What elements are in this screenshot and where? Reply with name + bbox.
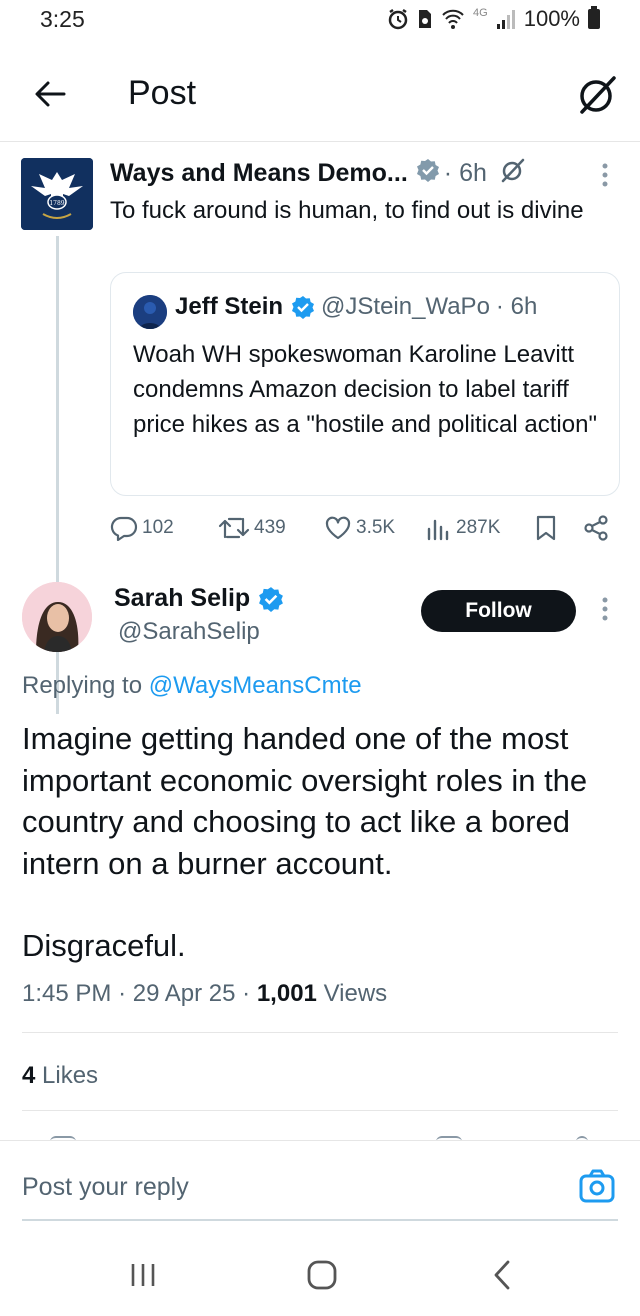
reply-bar: Post your reply xyxy=(0,1140,640,1221)
recent-apps-button[interactable] xyxy=(128,1260,158,1290)
share-button[interactable] xyxy=(582,514,610,542)
reply-button[interactable]: 102 xyxy=(110,515,174,541)
post-actions: 102 439 3.5K 287K xyxy=(110,508,610,548)
quoted-post-card[interactable]: Jeff Stein @JStein_WaPo · 6h Woah WH spo… xyxy=(110,272,620,496)
parent-post[interactable]: 1789 Ways and Means Demo... · 6h To fuck… xyxy=(0,142,640,714)
author-handle[interactable]: @SarahSelip xyxy=(118,618,260,646)
replying-to: Replying to @WaysMeansCmte xyxy=(22,672,362,699)
views-label[interactable]: Views xyxy=(324,980,388,1007)
post-time: · 6h xyxy=(495,293,538,320)
post-text: Imagine getting handed one of the most i… xyxy=(22,721,588,881)
author-name[interactable]: Ways and Means Demo... xyxy=(110,159,408,188)
status-time: 3:25 xyxy=(40,6,85,32)
post-meta: 1:45 PM · 29 Apr 25 · 1,001 Views xyxy=(22,980,388,1007)
verified-badge-icon xyxy=(259,586,284,612)
top-bar: Post xyxy=(0,50,640,142)
camera-button[interactable] xyxy=(578,1167,616,1205)
follow-button[interactable]: Follow xyxy=(421,590,576,632)
signal-icon xyxy=(496,10,515,29)
status-bar: 3:25 4G 100% xyxy=(0,0,640,44)
reply-input[interactable]: Post your reply xyxy=(22,1173,189,1202)
share-icon xyxy=(584,515,608,541)
post-text-closing: Disgraceful. xyxy=(22,928,186,963)
home-icon xyxy=(307,1260,337,1290)
back-button[interactable] xyxy=(30,74,70,114)
quoted-post-text: Woah WH spokeswoman Karoline Leavitt con… xyxy=(133,341,597,438)
view-count: 287K xyxy=(456,517,501,538)
seal-year: 1789 xyxy=(49,200,64,207)
views-count: 1,001 xyxy=(256,980,317,1007)
repost-button[interactable]: 439 xyxy=(218,515,286,541)
network-type: 4G xyxy=(473,7,488,19)
verified-badge-icon xyxy=(416,158,440,189)
verified-badge-icon xyxy=(291,295,315,319)
recent-apps-icon xyxy=(131,1264,155,1286)
wifi-icon xyxy=(442,9,464,29)
repost-count: 439 xyxy=(254,517,286,538)
avatar[interactable]: 1789 xyxy=(21,158,93,230)
like-count: 3.5K xyxy=(356,517,396,538)
views-button[interactable]: 287K xyxy=(426,515,500,541)
quoted-post-header: Jeff Stein @JStein_WaPo · 6h xyxy=(175,293,537,321)
likes-label: Likes xyxy=(42,1062,99,1089)
replying-to-link[interactable]: @WaysMeansCmte xyxy=(149,672,362,699)
camera-icon xyxy=(579,1169,615,1203)
like-button[interactable]: 3.5K xyxy=(324,515,395,541)
chevron-left-icon xyxy=(494,1260,510,1290)
avatar[interactable] xyxy=(22,582,92,652)
alarm-icon xyxy=(388,8,408,30)
sim-icon xyxy=(419,10,432,28)
battery-percent: 100% xyxy=(523,6,580,31)
author-handle: @JStein_WaPo xyxy=(321,293,490,320)
divider xyxy=(22,1032,618,1033)
bookmark-button[interactable] xyxy=(534,514,558,542)
more-options-icon[interactable] xyxy=(594,594,616,624)
reply-icon xyxy=(110,516,138,541)
battery-icon xyxy=(588,6,600,29)
divider xyxy=(22,1110,618,1111)
post-header: Ways and Means Demo... · 6h xyxy=(110,156,580,191)
home-button[interactable] xyxy=(305,1258,339,1292)
heart-icon xyxy=(325,516,351,540)
likes-summary[interactable]: 4 Likes xyxy=(22,1062,98,1090)
more-options-icon[interactable] xyxy=(594,160,616,190)
repost-icon xyxy=(218,517,250,539)
post-text: To fuck around is human, to find out is … xyxy=(110,197,584,224)
post-time: · 6h xyxy=(443,159,487,187)
bookmark-icon xyxy=(536,515,556,541)
post-date: 29 Apr 25 xyxy=(132,980,236,1007)
grok-button[interactable] xyxy=(574,72,620,118)
reply-underline xyxy=(22,1219,618,1221)
page-title: Post xyxy=(128,74,197,112)
post-time: 1:45 PM xyxy=(22,980,112,1007)
grok-icon[interactable] xyxy=(499,156,527,191)
views-icon xyxy=(427,519,449,541)
system-nav-bar xyxy=(0,1236,640,1316)
arrow-left-icon xyxy=(35,81,66,107)
avatar xyxy=(133,295,167,329)
status-icons: 4G 100% xyxy=(387,6,600,32)
author-name: Jeff Stein xyxy=(175,293,284,320)
system-back-button[interactable] xyxy=(488,1258,518,1292)
author-name[interactable]: Sarah Selip xyxy=(114,584,284,613)
eagle-seal-icon: 1789 xyxy=(21,158,93,230)
reply-count: 102 xyxy=(142,517,174,538)
grok-icon xyxy=(580,76,616,114)
likes-count: 4 xyxy=(22,1062,36,1089)
